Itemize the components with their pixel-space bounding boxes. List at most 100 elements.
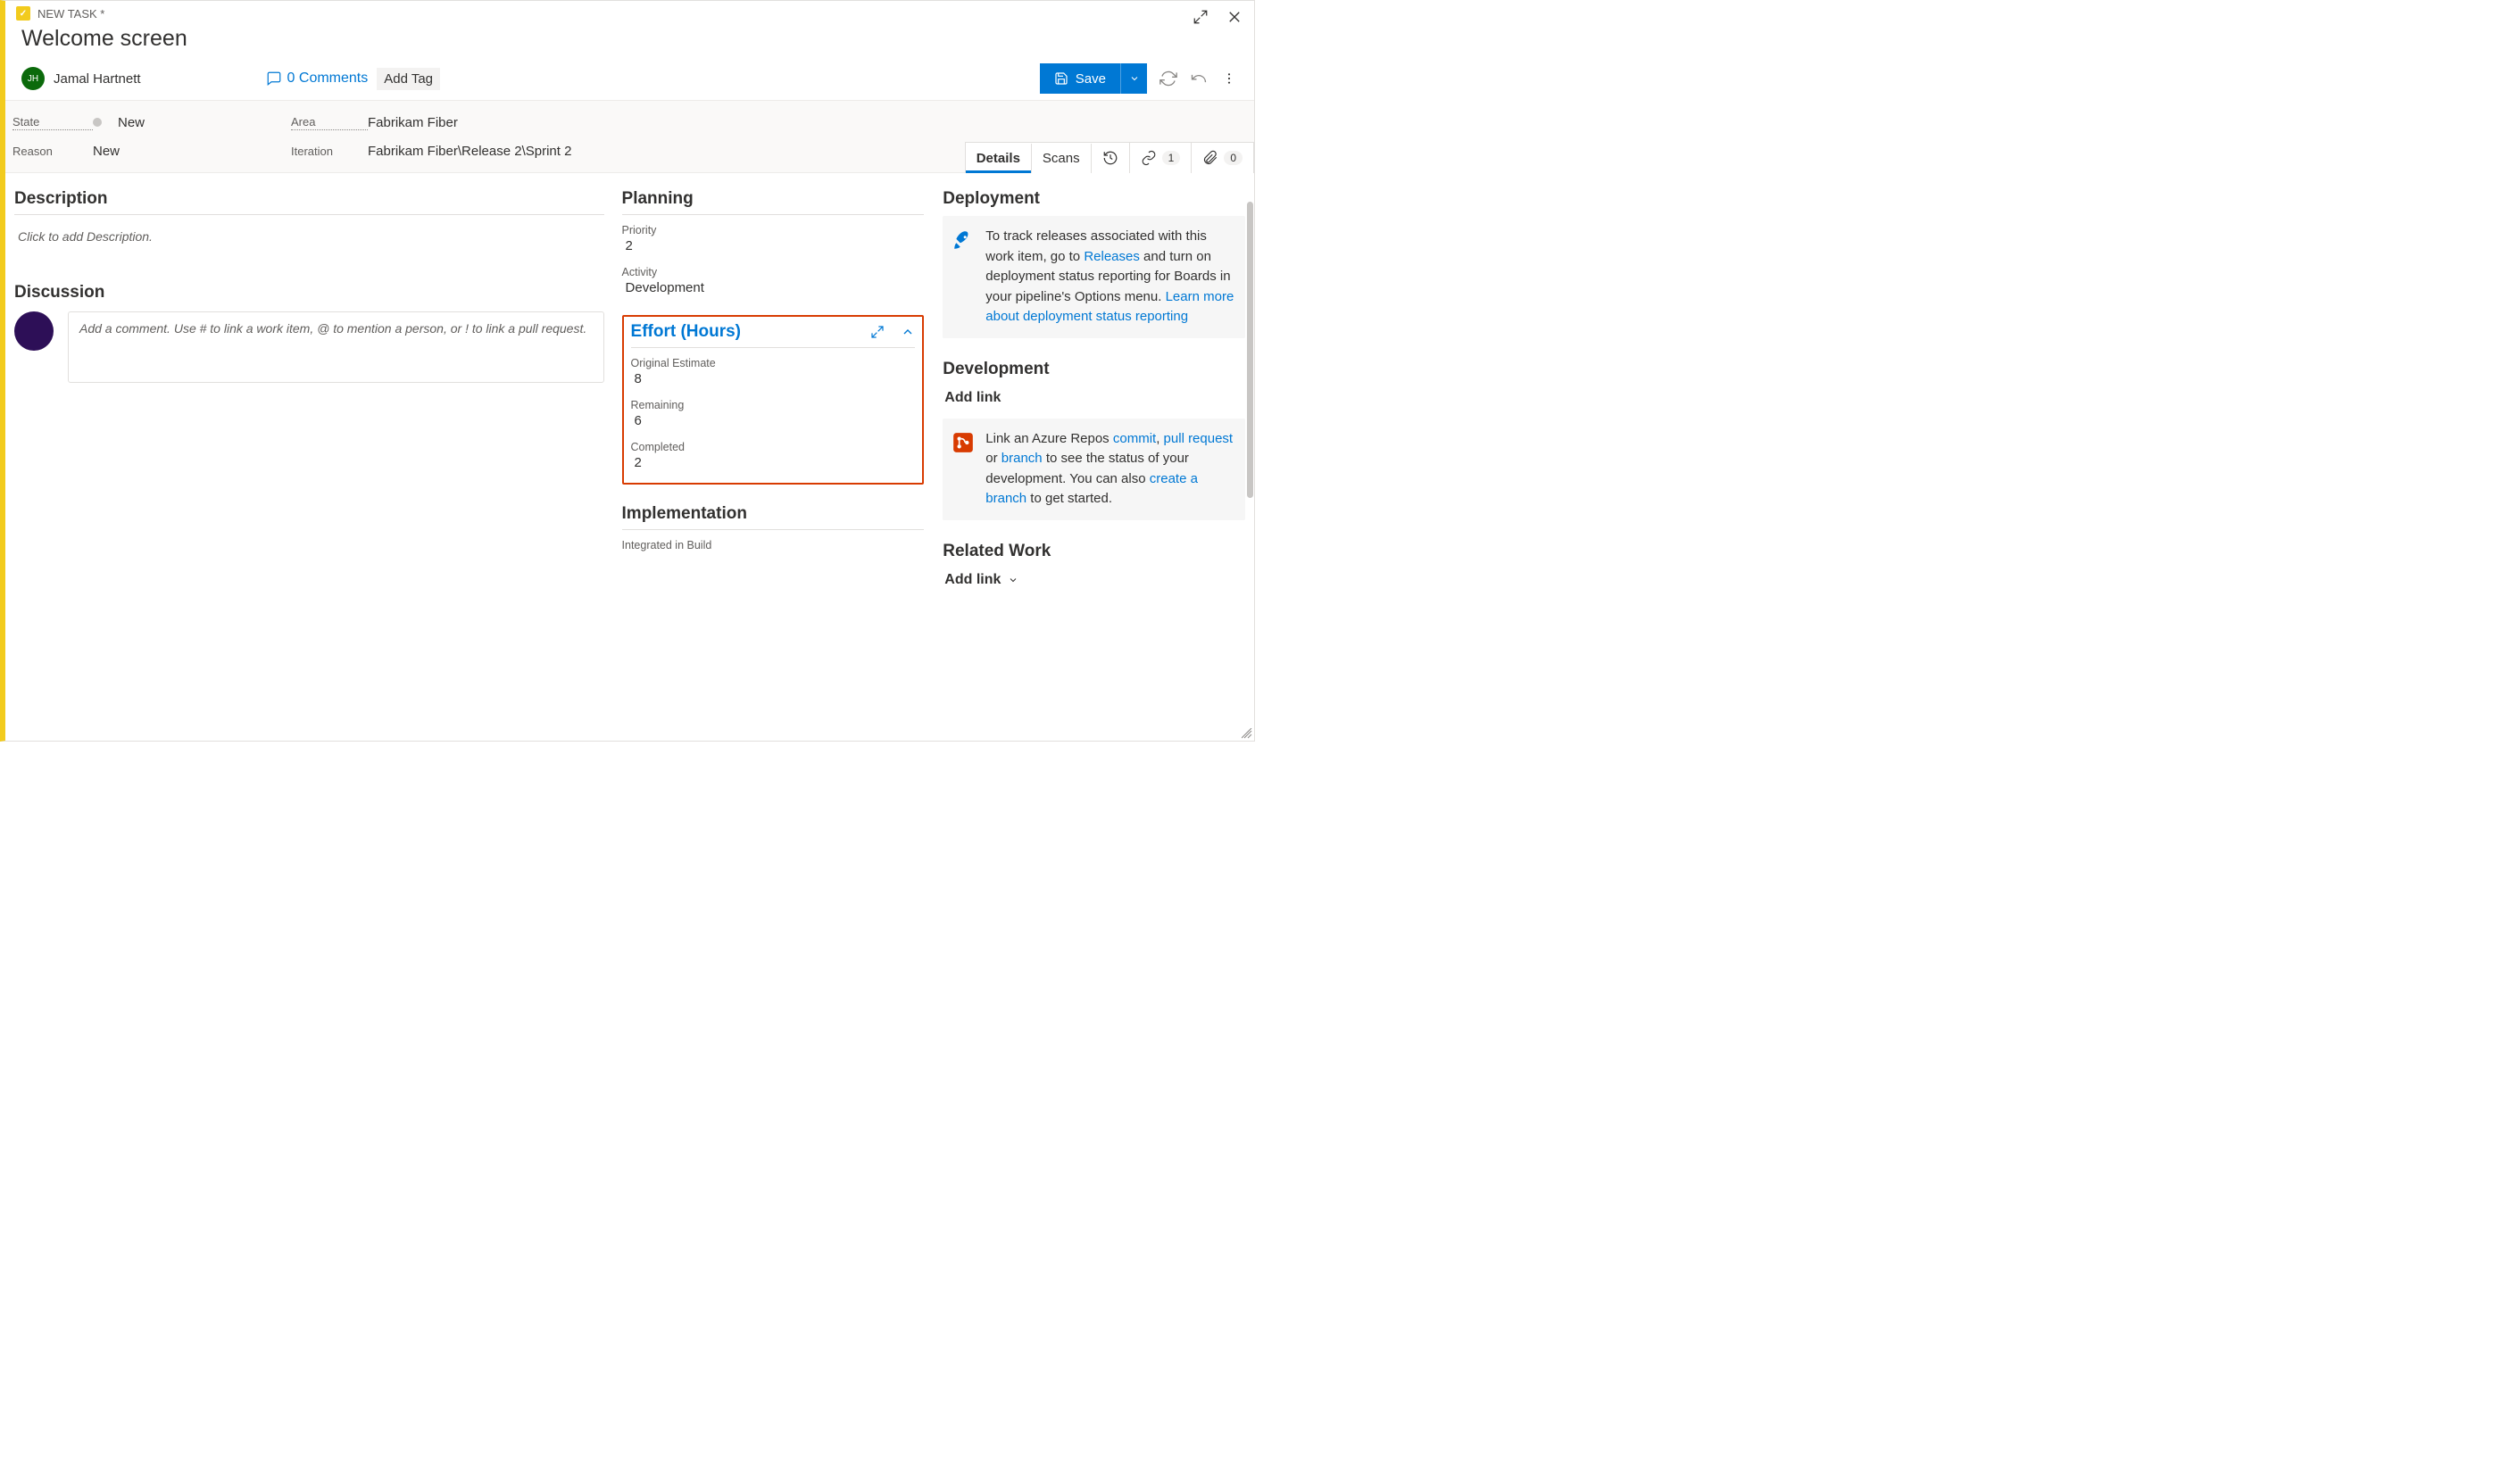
- column-planning: Planning Priority 2 Activity Development…: [613, 173, 934, 712]
- development-info: Link an Azure Repos commit, pull request…: [943, 419, 1245, 520]
- tab-attachments[interactable]: 0: [1192, 143, 1253, 173]
- refresh-button[interactable]: [1159, 70, 1177, 87]
- integrated-build-label: Integrated in Build: [622, 539, 925, 551]
- state-dot-icon: [93, 118, 102, 127]
- remaining-label: Remaining: [631, 399, 916, 411]
- activity-label: Activity: [622, 266, 925, 278]
- chevron-down-icon: [1008, 575, 1018, 585]
- deployment-header: Deployment: [943, 189, 1245, 209]
- add-link-label: Add link: [944, 390, 1001, 406]
- state-value[interactable]: New: [118, 115, 145, 130]
- pull-request-link[interactable]: pull request: [1164, 431, 1234, 446]
- attach-count-badge: 0: [1224, 151, 1243, 165]
- more-actions-button[interactable]: [1220, 70, 1238, 87]
- related-work-header: Related Work: [943, 542, 1245, 561]
- meta-actions: Save: [1040, 63, 1238, 94]
- work-item-title[interactable]: Welcome screen: [21, 26, 1238, 52]
- priority-label: Priority: [622, 224, 925, 236]
- comment-icon: [266, 70, 282, 87]
- dialog-topbar: NEW TASK *: [5, 1, 1254, 21]
- comment-input[interactable]: Add a comment. Use # to link a work item…: [68, 311, 604, 383]
- dev-c1: ,: [1156, 431, 1163, 446]
- title-row: Welcome screen: [5, 21, 1254, 57]
- current-user-avatar: [14, 311, 54, 351]
- effort-header-icons: [870, 325, 915, 339]
- classify-col-state: State New Reason New: [5, 108, 291, 165]
- add-link-development[interactable]: Add link: [943, 385, 1245, 411]
- column-description: Description Click to add Description. Di…: [5, 173, 613, 712]
- chevron-down-icon: [1129, 73, 1140, 84]
- completed-label: Completed: [631, 441, 916, 453]
- save-label: Save: [1076, 71, 1106, 87]
- save-split-button: Save: [1040, 63, 1147, 94]
- tab-details[interactable]: Details: [966, 144, 1032, 173]
- effort-expand-icon[interactable]: [870, 325, 885, 339]
- development-header: Development: [943, 360, 1245, 379]
- dev-or: or: [985, 451, 1002, 466]
- meta-row: JH Jamal Hartnett 0 Comments Add Tag Sav…: [5, 57, 1254, 100]
- dev-text-pre: Link an Azure Repos: [985, 431, 1113, 446]
- refresh-icon: [1159, 70, 1177, 87]
- releases-link[interactable]: Releases: [1084, 249, 1140, 264]
- area-value[interactable]: Fabrikam Fiber: [368, 115, 458, 130]
- remaining-value[interactable]: 6: [631, 411, 916, 435]
- save-button[interactable]: Save: [1040, 63, 1120, 94]
- reason-label: Reason: [12, 145, 93, 158]
- assignee-name[interactable]: Jamal Hartnett: [54, 71, 141, 87]
- effort-header[interactable]: Effort (Hours): [631, 322, 741, 342]
- tab-strip: Details Scans 1 0: [965, 142, 1254, 173]
- tab-history[interactable]: [1092, 143, 1130, 173]
- work-item-type-label: NEW TASK *: [37, 7, 104, 21]
- link-icon: [1141, 150, 1157, 166]
- comments-count-label: 0 Comments: [287, 70, 369, 87]
- assignee-avatar[interactable]: JH: [21, 67, 45, 90]
- description-header: Description: [14, 189, 604, 209]
- implementation-divider: [622, 529, 925, 530]
- work-item-dialog: NEW TASK * Welcome screen JH Jamal Hartn…: [0, 0, 1255, 742]
- iteration-value[interactable]: Fabrikam Fiber\Release 2\Sprint 2: [368, 144, 571, 159]
- description-placeholder[interactable]: Click to add Description.: [14, 224, 604, 249]
- effort-collapse-icon[interactable]: [901, 325, 915, 339]
- comments-link[interactable]: 0 Comments: [266, 70, 369, 87]
- effort-panel: Effort (Hours) Original Estimate 8 Remai…: [622, 315, 925, 485]
- discussion-area: Add a comment. Use # to link a work item…: [14, 311, 604, 383]
- activity-value[interactable]: Development: [622, 278, 925, 303]
- priority-value[interactable]: 2: [622, 236, 925, 261]
- add-tag-button[interactable]: Add Tag: [377, 68, 440, 90]
- iteration-label: Iteration: [291, 145, 368, 158]
- effort-header-row: Effort (Hours): [631, 322, 916, 342]
- repo-icon: [952, 431, 975, 454]
- rocket-icon: [952, 228, 975, 252]
- original-estimate-value[interactable]: 8: [631, 369, 916, 394]
- area-label: Area: [291, 115, 368, 130]
- links-count-badge: 1: [1162, 151, 1181, 165]
- scrollbar-track[interactable]: [1245, 202, 1254, 741]
- add-link-related-label: Add link: [944, 572, 1001, 588]
- branch-link[interactable]: branch: [1002, 451, 1043, 466]
- planning-divider: [622, 214, 925, 215]
- body-columns: Description Click to add Description. Di…: [5, 173, 1254, 712]
- completed-value[interactable]: 2: [631, 453, 916, 477]
- discussion-header: Discussion: [14, 283, 604, 303]
- tab-scans[interactable]: Scans: [1032, 144, 1092, 173]
- history-icon: [1102, 150, 1118, 166]
- scrollbar-thumb[interactable]: [1247, 202, 1253, 498]
- close-icon[interactable]: [1226, 8, 1243, 26]
- resize-grip[interactable]: [1242, 728, 1252, 739]
- tab-links[interactable]: 1: [1130, 143, 1193, 173]
- fullscreen-icon[interactable]: [1192, 8, 1209, 26]
- attachment-icon: [1202, 150, 1218, 166]
- task-type-icon: [16, 6, 30, 21]
- save-caret-button[interactable]: [1120, 63, 1147, 94]
- revert-button[interactable]: [1190, 70, 1208, 87]
- original-estimate-label: Original Estimate: [631, 357, 916, 369]
- add-link-related[interactable]: Add link: [943, 567, 1245, 593]
- classification-bar: State New Reason New Area Fabrikam Fiber…: [5, 100, 1254, 173]
- planning-header: Planning: [622, 189, 925, 209]
- deployment-info: To track releases associated with this w…: [943, 216, 1245, 338]
- effort-divider: [631, 347, 916, 348]
- reason-value[interactable]: New: [93, 144, 120, 159]
- dev-text-post: to get started.: [1026, 491, 1112, 506]
- undo-icon: [1190, 70, 1208, 87]
- commit-link[interactable]: commit: [1113, 431, 1156, 446]
